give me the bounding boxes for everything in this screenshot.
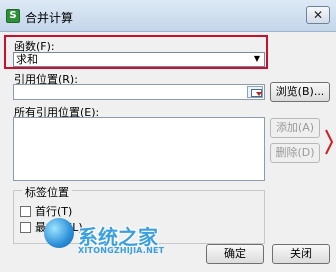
- ok-button[interactable]: 确定: [206, 244, 264, 264]
- first-row-option[interactable]: 首行(T): [20, 203, 72, 219]
- window-title: 合并计算: [25, 11, 74, 25]
- first-row-label: 首行(T): [35, 205, 73, 218]
- close-icon: ✕: [312, 8, 324, 22]
- close-button[interactable]: 关闭: [272, 244, 330, 264]
- red-annotation-mark: [325, 129, 334, 155]
- chevron-down-icon[interactable]: ▼: [254, 54, 260, 63]
- window-close-button[interactable]: ✕: [306, 6, 330, 24]
- all-references-list[interactable]: [13, 117, 265, 181]
- function-select[interactable]: 求和 ▼: [13, 52, 265, 67]
- browse-button[interactable]: 浏览(B)...: [270, 82, 330, 102]
- label-position-title: 标签位置: [22, 184, 72, 200]
- reference-input[interactable]: [13, 84, 265, 100]
- watermark-subtext: XITONGZHIJIA.NET: [78, 246, 165, 255]
- collapse-dialog-icon[interactable]: [247, 86, 263, 98]
- delete-button[interactable]: 删除(D): [270, 143, 320, 163]
- spreadsheet-icon: S: [6, 9, 20, 23]
- title-bar: S 合并计算 ✕: [0, 0, 336, 32]
- function-select-value: 求和: [16, 53, 38, 66]
- left-column-option[interactable]: 最左列(L): [20, 219, 83, 235]
- left-column-label: 最左列(L): [35, 221, 83, 234]
- add-button[interactable]: 添加(A): [270, 118, 320, 138]
- left-column-checkbox[interactable]: [20, 221, 31, 233]
- first-row-checkbox[interactable]: [20, 205, 31, 217]
